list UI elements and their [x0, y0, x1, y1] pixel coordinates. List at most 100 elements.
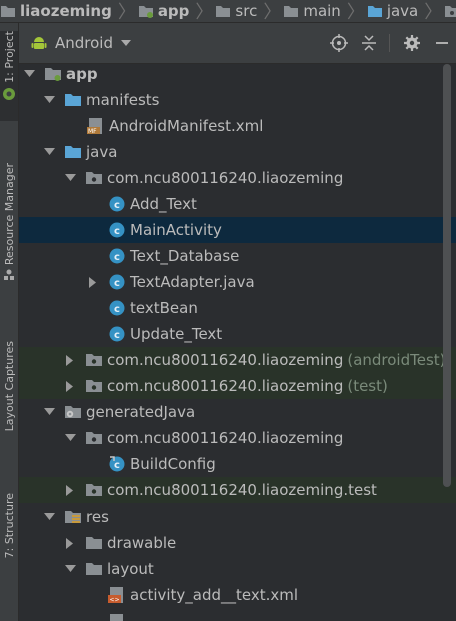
tree-node-main-activity[interactable]: c MainActivity	[19, 217, 456, 243]
collapsed-arrow-icon[interactable]	[64, 373, 76, 399]
expanded-arrow-icon[interactable]	[43, 139, 55, 165]
expanded-arrow-icon[interactable]	[43, 504, 55, 530]
view-mode-label: Android	[55, 34, 113, 52]
tree-node-layout[interactable]: layout	[19, 556, 456, 582]
expanded-arrow-icon[interactable]	[64, 165, 76, 191]
class-icon: c	[108, 273, 126, 291]
breadcrumb-label: java	[386, 2, 419, 20]
tree-node-partial[interactable]	[19, 609, 456, 621]
class-icon: c	[108, 325, 126, 343]
breadcrumb-separator: 〉	[117, 2, 136, 23]
tree-node-java[interactable]: java	[19, 139, 456, 165]
folder-icon	[367, 6, 382, 17]
android-icon	[31, 37, 47, 49]
tab-project[interactable]: 1: Project	[0, 31, 18, 121]
hide-panel-button[interactable]	[428, 29, 456, 57]
tree-node-text-bean[interactable]: c textBean	[19, 295, 456, 321]
breadcrumb-label: liaozeming	[20, 2, 112, 20]
tree-node-label: activity_add__text.xml	[130, 586, 299, 604]
svg-text:MF: MF	[88, 128, 97, 135]
tree-node-android-manifest[interactable]: MF AndroidManifest.xml	[19, 113, 456, 139]
class-icon: c	[108, 299, 126, 317]
svg-text:c: c	[114, 330, 120, 341]
module-folder-icon	[138, 6, 153, 18]
expanded-arrow-icon[interactable]	[23, 64, 35, 87]
svg-text:c: c	[114, 200, 120, 211]
collapsed-arrow-icon[interactable]	[64, 477, 76, 503]
generated-class-icon: c	[108, 455, 126, 473]
tree-node-manifests[interactable]: manifests	[19, 87, 456, 113]
tree-node-generated-java[interactable]: generatedJava	[19, 399, 456, 425]
collapse-all-button[interactable]	[355, 29, 383, 57]
project-tree: app manifests MF AndroidManifest.xml jav…	[19, 64, 456, 621]
tree-node-build-config[interactable]: c BuildConfig	[19, 451, 456, 477]
breadcrumb-label: main	[303, 2, 341, 20]
tree-node-drawable[interactable]: drawable	[19, 530, 456, 556]
source-set-suffix: (test)	[347, 377, 388, 395]
class-icon: c	[108, 247, 126, 265]
tree-node-label: Text_Database	[130, 247, 240, 265]
locate-file-button[interactable]	[325, 29, 353, 57]
tree-node-label: drawable	[107, 534, 177, 552]
chevron-down-icon	[121, 40, 131, 46]
tab-layout-captures[interactable]: Layout Captures	[0, 341, 18, 461]
package-icon	[85, 429, 103, 447]
crosshair-icon	[330, 34, 348, 52]
collapsed-arrow-icon[interactable]	[87, 269, 99, 295]
manifest-file-icon: MF	[87, 117, 105, 135]
tree-node-label: java	[86, 143, 118, 161]
tree-node-text-adapter[interactable]: c TextAdapter.java	[19, 269, 456, 295]
tree-node-text-database[interactable]: c Text_Database	[19, 243, 456, 269]
breadcrumb-separator: 〉	[195, 2, 214, 23]
breadcrumb-item-src[interactable]: src	[215, 0, 261, 22]
expanded-arrow-icon[interactable]	[43, 87, 55, 113]
tab-resource-manager[interactable]: Resource Manager	[0, 163, 18, 303]
tree-node-add-text[interactable]: c Add_Text	[19, 191, 456, 217]
breadcrumb-item-project[interactable]: liaozeming	[0, 0, 116, 22]
folder-icon	[216, 6, 231, 17]
breadcrumb-item-main[interactable]: main	[283, 0, 344, 22]
tree-node-package-android-test[interactable]: com.ncu800116240.liaozeming (androidTest…	[19, 347, 456, 373]
tree-node-generated-package[interactable]: com.ncu800116240.liaozeming	[19, 425, 456, 451]
tree-node-package-test[interactable]: com.ncu800116240.liaozeming (test)	[19, 373, 456, 399]
breadcrumb-item-com[interactable]: com	[444, 0, 456, 22]
tab-layout-captures-label: Layout Captures	[2, 341, 16, 432]
breadcrumb-label: src	[235, 2, 258, 20]
package-icon	[445, 6, 456, 17]
svg-text:c: c	[114, 278, 120, 289]
resource-icon	[4, 269, 14, 281]
svg-text:c: c	[114, 304, 120, 315]
tree-node-generated-test-package[interactable]: com.ncu800116240.liaozeming.test	[19, 477, 456, 503]
svg-text:c: c	[114, 460, 120, 471]
tree-node-package-main[interactable]: com.ncu800116240.liaozeming	[19, 165, 456, 191]
collapsed-arrow-icon[interactable]	[64, 530, 76, 556]
breadcrumb-item-app[interactable]: app	[138, 0, 194, 22]
tree-node-label: com.ncu800116240.liaozeming	[107, 169, 344, 187]
tree-scrollbar[interactable]	[443, 64, 451, 487]
package-icon	[85, 351, 103, 369]
folder-icon	[284, 6, 299, 17]
tab-structure[interactable]: 7: Structure	[0, 493, 18, 593]
collapsed-arrow-icon[interactable]	[64, 347, 76, 373]
svg-text:c: c	[114, 226, 120, 237]
expanded-arrow-icon[interactable]	[64, 556, 76, 582]
settings-button[interactable]	[398, 29, 426, 57]
tree-node-res[interactable]: res	[19, 504, 456, 530]
folder-icon	[85, 560, 103, 578]
tree-node-label: generatedJava	[86, 403, 196, 421]
layout-file-icon	[108, 613, 126, 621]
tree-node-app[interactable]: app	[19, 64, 453, 87]
tree-node-activity-add-text[interactable]: <> activity_add__text.xml	[19, 582, 456, 608]
minimize-icon	[436, 42, 448, 44]
resources-folder-icon	[64, 508, 82, 526]
generated-folder-icon	[64, 403, 82, 421]
expanded-arrow-icon[interactable]	[64, 425, 76, 451]
tree-node-label: app	[66, 65, 98, 83]
expanded-arrow-icon[interactable]	[43, 399, 55, 425]
tree-node-label: layout	[107, 560, 154, 578]
tree-node-update-text[interactable]: c Update_Text	[19, 321, 456, 347]
breadcrumb-item-java[interactable]: java	[367, 0, 422, 22]
svg-text:c: c	[114, 252, 120, 263]
breadcrumb-separator: 〉	[424, 2, 443, 23]
view-mode-dropdown[interactable]: Android	[31, 34, 131, 52]
